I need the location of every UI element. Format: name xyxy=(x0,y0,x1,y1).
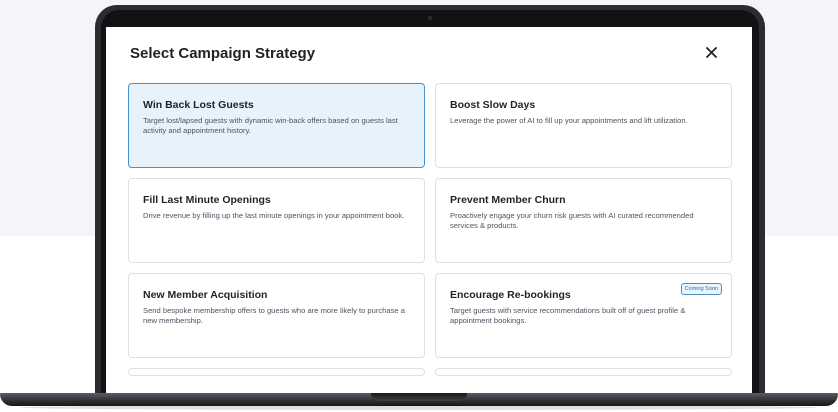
modal-title: Select Campaign Strategy xyxy=(130,45,316,62)
card-description: Proactively engage your churn risk guest… xyxy=(450,211,694,230)
card-description: Send bespoke membership offers to guests… xyxy=(143,306,405,325)
strategy-card-win-back[interactable]: Win Back Lost Guests Target lost/lapsed … xyxy=(128,83,425,168)
close-button[interactable] xyxy=(700,43,722,65)
coming-soon-badge: Coming Soon xyxy=(680,283,722,295)
strategy-card-new-member[interactable]: New Member Acquisition Send bespoke memb… xyxy=(128,273,425,358)
card-description: Leverage the power of AI to fill up your… xyxy=(450,116,688,125)
laptop-shadow xyxy=(20,405,818,410)
card-title: Fill Last Minute Openings xyxy=(143,194,271,206)
card-title: Prevent Member Churn xyxy=(450,194,566,206)
card-title: Boost Slow Days xyxy=(450,99,536,111)
strategy-card-fill-openings[interactable]: Fill Last Minute Openings Drive revenue … xyxy=(128,178,425,263)
strategy-card-rebookings[interactable]: Coming Soon Encourage Re-bookings Target… xyxy=(435,273,732,358)
strategy-card-prevent-churn[interactable]: Prevent Member Churn Proactively engage … xyxy=(435,178,732,263)
strategy-grid: Win Back Lost Guests Target lost/lapsed … xyxy=(128,83,732,376)
card-title: Win Back Lost Guests xyxy=(143,99,254,111)
strategy-card-partial[interactable] xyxy=(128,368,425,376)
card-title: Encourage Re-bookings xyxy=(450,289,571,301)
laptop-screen: Select Campaign Strategy Win Back Lost G… xyxy=(106,27,752,393)
laptop-notch xyxy=(371,393,467,401)
strategy-card-boost-slow-days[interactable]: Boost Slow Days Leverage the power of AI… xyxy=(435,83,732,168)
close-icon xyxy=(705,45,717,63)
card-description: Target lost/lapsed guests with dynamic w… xyxy=(143,116,398,135)
card-description: Drive revenue by filling up the last min… xyxy=(143,211,405,220)
card-description: Target guests with service recommendatio… xyxy=(450,306,686,325)
camera-icon xyxy=(428,16,432,20)
strategy-card-partial[interactable] xyxy=(435,368,732,376)
card-title: New Member Acquisition xyxy=(143,289,268,301)
